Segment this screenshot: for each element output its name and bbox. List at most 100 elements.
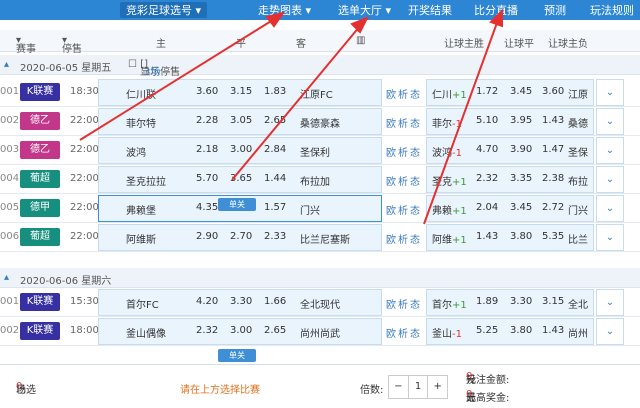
header-league[interactable]: 赛事 ▾ [16,35,36,55]
r-odds-away[interactable]: 2.38 [542,173,564,184]
link-tai[interactable]: 态 [410,144,420,159]
away-team[interactable]: 江原FC [300,86,333,101]
link-xi[interactable]: 析 [398,325,408,340]
away-team[interactable]: 尚州尚武 [300,325,340,340]
expand-button[interactable]: ⌄ [596,166,624,193]
r-odds-home[interactable]: 2.32 [476,173,498,184]
league-badge[interactable]: 德乙 [20,112,60,130]
r-odds-home[interactable]: 5.10 [476,115,498,126]
link-tai[interactable]: 态 [410,325,420,340]
odds-draw[interactable]: 2.70 [230,231,252,242]
show-stopped-checkbox[interactable]: ☐ 显示停售[3场] [128,59,180,78]
link-tai[interactable]: 态 [410,115,420,130]
away-team[interactable]: 布拉加 [300,173,330,188]
odds-home[interactable]: 3.60 [196,86,218,97]
expand-button[interactable]: ⌄ [596,137,624,164]
away-team[interactable]: 比兰尼塞斯 [300,231,350,246]
odds-away[interactable]: 2.65 [264,115,286,126]
r-odds-draw[interactable]: 3.95 [510,115,532,126]
home-team[interactable]: 弗赖堡 [126,202,156,217]
expand-button[interactable]: ⌄ [596,289,624,316]
odds-home[interactable]: 5.70 [196,173,218,184]
link-ou[interactable]: 欧 [386,144,396,159]
r-odds-home[interactable]: 5.25 [476,325,498,336]
nav-item-results[interactable]: 开奖结果 [408,2,452,18]
odds-away[interactable]: 1.44 [264,173,286,184]
odds-away[interactable]: 1.66 [264,296,286,307]
odds-draw[interactable]: 3.00 [230,325,252,336]
link-tai[interactable]: 态 [410,173,420,188]
home-team[interactable]: 釜山偶像 [126,325,166,340]
r-odds-away[interactable]: 1.47 [542,144,564,155]
link-ou[interactable]: 欧 [386,231,396,246]
link-tai[interactable]: 态 [410,86,420,101]
odds-away[interactable]: 2.84 [264,144,286,155]
odds-home[interactable]: 4.35 [196,202,218,213]
odds-away[interactable]: 1.57 [264,202,286,213]
r-odds-home[interactable]: 1.43 [476,231,498,242]
home-team[interactable]: 阿维斯 [126,231,156,246]
expand-button[interactable]: ⌄ [596,195,624,222]
link-tai[interactable]: 态 [410,202,420,217]
odds-home[interactable]: 2.32 [196,325,218,336]
nav-item-hall[interactable]: 选单大厅 ▾ [338,2,391,18]
r-odds-away[interactable]: 2.72 [542,202,564,213]
link-tai[interactable]: 态 [410,296,420,311]
link-xi[interactable]: 析 [398,86,408,101]
league-badge[interactable]: 葡超 [20,170,60,188]
away-team[interactable]: 圣保利 [300,144,330,159]
league-badge[interactable]: K联赛 [20,322,60,340]
r-odds-home[interactable]: 2.04 [476,202,498,213]
link-tai[interactable]: 态 [410,231,420,246]
link-ou[interactable]: 欧 [386,325,396,340]
nav-item-trend[interactable]: 走势图表 ▾ [258,2,311,18]
league-badge[interactable]: K联赛 [20,83,60,101]
r-odds-draw[interactable]: 3.80 [510,325,532,336]
r-odds-draw[interactable]: 3.45 [510,202,532,213]
odds-away[interactable]: 2.33 [264,231,286,242]
away-team[interactable]: 门兴 [300,202,320,217]
home-team[interactable]: 菲尔特 [126,115,156,130]
r-odds-draw[interactable]: 3.45 [510,86,532,97]
multiple-stepper[interactable]: − 1 + [388,375,448,399]
league-badge[interactable]: 葡超 [20,228,60,246]
league-badge[interactable]: 德乙 [20,141,60,159]
link-ou[interactable]: 欧 [386,86,396,101]
link-xi[interactable]: 析 [398,231,408,246]
odds-draw[interactable]: 3.65 [230,173,252,184]
away-team[interactable]: 桑德豪森 [300,115,340,130]
link-xi[interactable]: 析 [398,296,408,311]
expand-button[interactable]: ⌄ [596,224,624,251]
r-odds-draw[interactable]: 3.30 [510,296,532,307]
r-odds-away[interactable]: 1.43 [542,115,564,126]
home-team[interactable]: 首尔FC [126,296,159,311]
header-stop[interactable]: 停售 ▾ [62,35,82,55]
r-odds-home[interactable]: 1.72 [476,86,498,97]
link-xi[interactable]: 析 [398,202,408,217]
r-odds-draw[interactable]: 3.90 [510,144,532,155]
link-ou[interactable]: 欧 [386,115,396,130]
nav-item-jczq[interactable]: 竞彩足球选号 ▾ [120,2,208,18]
r-odds-away[interactable]: 3.15 [542,296,564,307]
collapse-icon[interactable]: ▴ [4,59,9,70]
multiple-input[interactable]: 1 [407,376,429,398]
r-odds-away[interactable]: 1.43 [542,325,564,336]
league-badge[interactable]: K联赛 [20,293,60,311]
plus-button[interactable]: + [428,376,447,398]
nav-item-live[interactable]: 比分直播 [474,2,518,18]
link-ou[interactable]: 欧 [386,296,396,311]
link-xi[interactable]: 析 [398,173,408,188]
link-xi[interactable]: 析 [398,144,408,159]
home-team[interactable]: 圣克拉拉 [126,173,166,188]
league-badge[interactable]: 德甲 [20,199,60,217]
home-team[interactable]: 波鸿 [126,144,146,159]
r-odds-away[interactable]: 3.60 [542,86,564,97]
odds-home[interactable]: 2.18 [196,144,218,155]
r-odds-home[interactable]: 4.70 [476,144,498,155]
r-odds-away[interactable]: 5.35 [542,231,564,242]
home-team[interactable]: 仁川联 [126,86,156,101]
expand-button[interactable]: ⌄ [596,108,624,135]
odds-draw[interactable]: 3.15 [230,86,252,97]
odds-home[interactable]: 2.90 [196,231,218,242]
odds-home[interactable]: 2.28 [196,115,218,126]
